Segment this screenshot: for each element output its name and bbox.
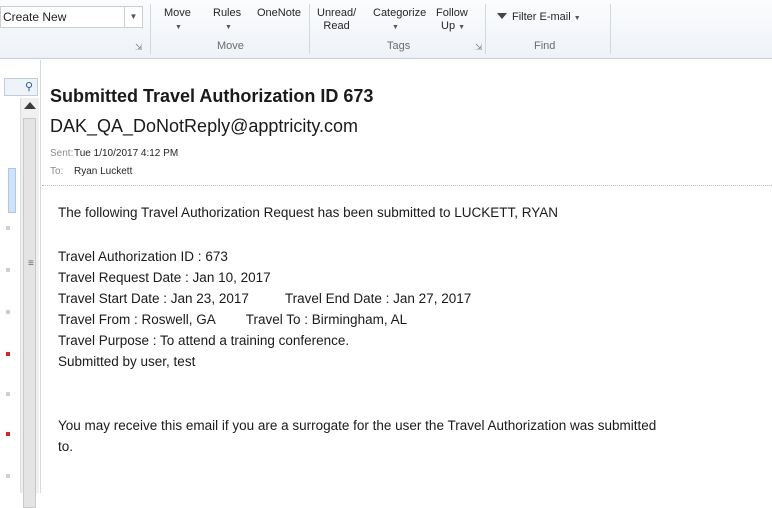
body-route-row: Travel From : Roswell, GA Travel To : Bir… bbox=[58, 312, 407, 327]
quick-steps-launcher-icon[interactable]: ⇲ bbox=[135, 42, 143, 53]
body-start-date: Travel Start Date : Jan 23, 2017 bbox=[58, 291, 249, 306]
read-label: Read bbox=[323, 20, 350, 32]
flag-icon[interactable] bbox=[6, 310, 10, 314]
body-ta-id: Travel Authorization ID : 673 bbox=[58, 249, 228, 264]
ribbon-separator bbox=[610, 4, 611, 54]
move-button[interactable]: Move bbox=[164, 7, 191, 19]
header-divider bbox=[42, 185, 772, 186]
filter-email-button[interactable]: Filter E-mail ▼ bbox=[497, 11, 581, 23]
red-flag-icon[interactable] bbox=[6, 432, 10, 436]
follow-up-dropdown-icon[interactable]: ▼ bbox=[458, 24, 465, 31]
up-label: Up bbox=[441, 20, 456, 32]
body-end-date: Travel End Date : Jan 27, 2017 bbox=[284, 291, 472, 306]
search-icon: ⚲ bbox=[24, 81, 33, 93]
body-request-date: Travel Request Date : Jan 10, 2017 bbox=[58, 270, 271, 285]
to-recipient[interactable]: Ryan Luckett bbox=[74, 166, 132, 177]
ribbon-separator bbox=[150, 4, 151, 54]
tags-group-label: Tags bbox=[387, 40, 411, 52]
body-intro: The following Travel Authorization Reque… bbox=[58, 205, 559, 220]
body-travel-from: Travel From : Roswell, GA bbox=[58, 312, 216, 327]
find-group-label: Find bbox=[534, 40, 556, 52]
move-group-label: Move bbox=[217, 40, 244, 52]
flag-icon[interactable] bbox=[6, 474, 10, 478]
message-sender[interactable]: DAK_QA_DoNotReply@apptricity.com bbox=[50, 116, 358, 137]
scroll-grip-icon: ≡ bbox=[28, 258, 34, 269]
categorize-label: Categorize bbox=[373, 7, 427, 19]
scrollbar-thumb[interactable] bbox=[23, 118, 36, 508]
to-label: To: bbox=[50, 166, 64, 177]
rules-dropdown-icon[interactable]: ▼ bbox=[225, 24, 232, 31]
message-list-scrollbar[interactable] bbox=[20, 98, 39, 508]
quick-steps-create-new[interactable]: Create New ▼ bbox=[0, 6, 143, 28]
categorize-dropdown-icon[interactable]: ▼ bbox=[392, 24, 399, 31]
message-subject: Submitted Travel Authorization ID 673 bbox=[50, 86, 374, 106]
scroll-up-arrow-icon[interactable] bbox=[24, 102, 36, 109]
ribbon-separator bbox=[309, 4, 310, 54]
red-flag-icon[interactable] bbox=[6, 352, 10, 356]
unread-label: Unread/ bbox=[317, 7, 357, 19]
rules-button[interactable]: Rules bbox=[213, 7, 241, 19]
search-box[interactable]: ⚲ bbox=[4, 78, 38, 96]
flag-icon[interactable] bbox=[6, 392, 10, 396]
body-submitted-by: Submitted by user, test bbox=[58, 354, 196, 369]
sent-label: Sent: bbox=[50, 148, 74, 159]
onenote-button-label: OneNote bbox=[257, 7, 302, 19]
create-new-label: Create New bbox=[3, 10, 67, 24]
filter-email-label: Filter E-mail bbox=[512, 11, 571, 23]
tags-launcher-icon[interactable]: ⇲ bbox=[475, 42, 483, 53]
onenote-button[interactable]: OneNote bbox=[257, 7, 301, 19]
quick-steps-dropdown[interactable]: ▼ bbox=[124, 7, 142, 27]
move-button-label: Move bbox=[164, 7, 191, 19]
unread-read-button[interactable]: Unread/ Read bbox=[317, 7, 356, 33]
body-dates-row: Travel Start Date : Jan 23, 2017 Travel E… bbox=[58, 291, 471, 306]
flag-icon[interactable] bbox=[6, 268, 10, 272]
sent-row: Sent:Tue 1/10/2017 4:12 PM bbox=[50, 148, 178, 159]
to-row: To: Ryan Luckett bbox=[50, 166, 132, 177]
filter-dropdown-icon[interactable]: ▼ bbox=[574, 15, 581, 22]
ribbon-separator bbox=[485, 4, 486, 54]
ribbon: Create New ▼ ⇲ Move ▼ Rules ▼ OneNote Mo… bbox=[0, 0, 772, 59]
follow-label: Follow bbox=[436, 7, 468, 19]
selected-message-indicator[interactable] bbox=[8, 168, 16, 213]
sent-value: Tue 1/10/2017 4:12 PM bbox=[74, 148, 179, 159]
rules-button-label: Rules bbox=[213, 7, 242, 19]
body-note-line2: to. bbox=[58, 439, 74, 454]
flag-icon[interactable] bbox=[6, 226, 10, 230]
follow-up-button[interactable]: Follow Up ▼ bbox=[436, 7, 468, 34]
categorize-button[interactable]: Categorize bbox=[373, 7, 426, 19]
body-note-line1: You may receive this email if you are a … bbox=[58, 418, 657, 433]
move-dropdown-icon[interactable]: ▼ bbox=[175, 24, 182, 31]
filter-icon bbox=[497, 13, 507, 19]
body-purpose: Travel Purpose : To attend a training co… bbox=[58, 333, 350, 348]
body-travel-to: Travel To : Birmingham, AL bbox=[245, 312, 408, 327]
